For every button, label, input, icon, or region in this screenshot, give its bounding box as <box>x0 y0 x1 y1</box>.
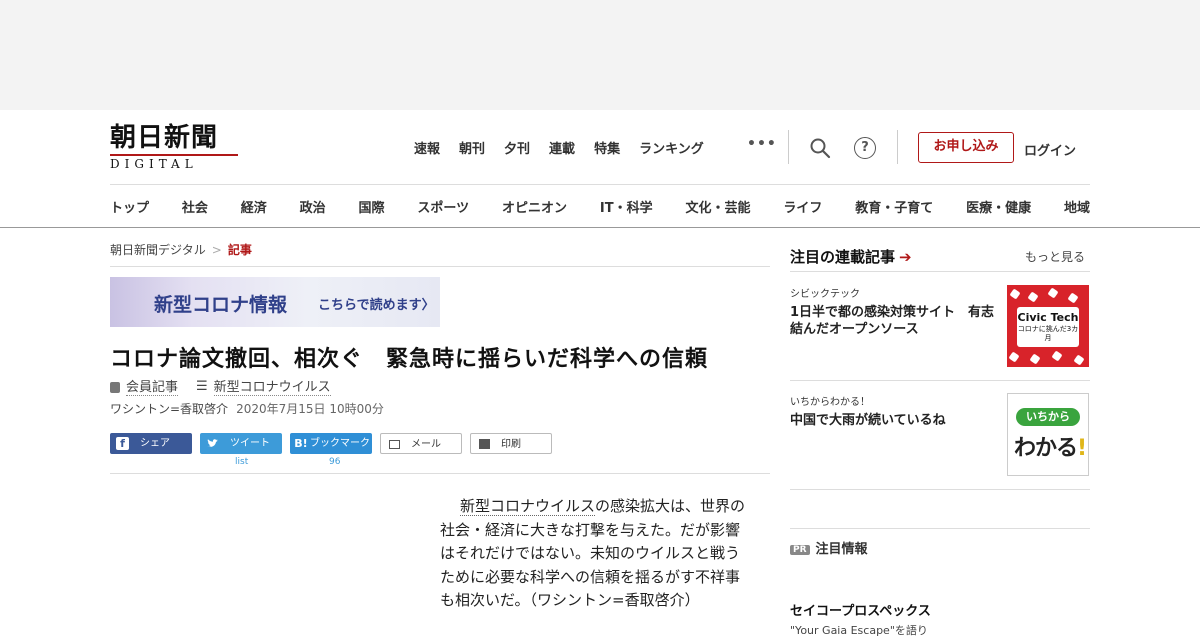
nav-tokushu[interactable]: 特集 <box>594 138 620 157</box>
facebook-share-label: シェア <box>140 438 170 449</box>
sidebar-heading[interactable]: 注目の連載記事 ➔ <box>790 246 912 267</box>
see-more-link[interactable]: もっと見る <box>1025 248 1085 265</box>
mail-label: メール <box>411 439 441 450</box>
lock-icon <box>110 381 120 393</box>
cat-economy[interactable]: 経済 <box>241 197 267 216</box>
facebook-share-button[interactable]: f シェア <box>110 433 192 454</box>
twitter-share-button[interactable]: ツイート <box>200 433 282 454</box>
banner-title: 新型コロナ情報 <box>154 294 288 316</box>
civic-tech-label: Civic Tech コロナに挑んだ3カ月 <box>1017 307 1079 347</box>
print-button[interactable]: 印刷 <box>470 433 552 454</box>
cat-life[interactable]: ライフ <box>783 197 822 216</box>
civic-tech-thumbnail[interactable]: Civic Tech コロナに挑んだ3カ月 <box>1007 285 1089 367</box>
twitter-count[interactable]: list <box>235 457 248 467</box>
promo-subtitle[interactable]: "Your Gaia Escape"を語り <box>790 622 928 638</box>
hatena-count[interactable]: 96 <box>329 457 340 467</box>
category-nav: トップ 社会 経済 政治 国際 スポーツ オピニオン IT・科学 文化・芸能 ラ… <box>110 197 1090 216</box>
article-body: 新型コロナウイルスの感染拡大は、世界の社会・経済に大きな打撃を与えた。だが影響は… <box>440 495 750 613</box>
author: ワシントン=香取啓介 <box>110 402 229 416</box>
banner-cta: こちらで読めます〉 <box>318 298 435 313</box>
nav-choukan[interactable]: 朝刊 <box>459 138 485 157</box>
breadcrumb-separator: > <box>211 243 222 257</box>
cat-sports[interactable]: スポーツ <box>417 197 469 216</box>
byline: ワシントン=香取啓介 2020年7月15日 10時00分 <box>110 400 384 417</box>
promo-title[interactable]: セイコープロスペックス <box>790 600 931 619</box>
pr-section-heading: PR 注目情報 <box>790 538 868 557</box>
ichikara-pill: いちから <box>1016 408 1080 426</box>
more-menu-icon[interactable]: ••• <box>747 136 777 152</box>
nav-yukan[interactable]: 夕刊 <box>504 138 530 157</box>
sidebar-item-title: 中国で大雨が続いているね <box>790 413 946 428</box>
hatena-bookmark-button[interactable]: B! ブックマーク <box>290 433 372 454</box>
divider <box>790 380 1090 381</box>
hatena-label: ブックマーク <box>310 438 370 449</box>
cat-society[interactable]: 社会 <box>182 197 208 216</box>
cat-it-science[interactable]: IT・科学 <box>600 197 653 216</box>
cat-region[interactable]: 地域 <box>1064 197 1090 216</box>
print-label: 印刷 <box>501 439 521 450</box>
breadcrumb: 朝日新聞デジタル > 記事 <box>110 241 252 258</box>
article-headline: コロナ論文撤回、相次ぐ 緊急時に揺らいだ科学への信頼 <box>110 347 709 372</box>
header-divider <box>110 184 1090 185</box>
logo-sub: DIGITAL <box>110 157 198 171</box>
divider <box>790 489 1090 490</box>
ichikara-thumbnail[interactable]: いちから わかる! <box>1007 393 1089 476</box>
civic-tech-subtitle: コロナに挑んだ3カ月 <box>1017 325 1079 342</box>
article-tags: 会員記事 ☰ 新型コロナウイルス <box>110 376 331 396</box>
divider <box>897 130 898 164</box>
member-article-link[interactable]: 会員記事 <box>126 376 179 396</box>
cat-education[interactable]: 教育・子育て <box>855 197 933 216</box>
publish-date: 2020年7月15日 10時00分 <box>236 402 384 416</box>
breadcrumb-home[interactable]: 朝日新聞デジタル <box>110 243 206 257</box>
cat-culture[interactable]: 文化・芸能 <box>685 197 750 216</box>
pr-label: 注目情報 <box>815 542 868 557</box>
search-icon[interactable] <box>809 137 831 159</box>
cat-international[interactable]: 国際 <box>359 197 385 216</box>
breadcrumb-current: 記事 <box>227 243 252 257</box>
cat-top[interactable]: トップ <box>110 197 149 216</box>
sidebar-heading-label: 注目の連載記事 <box>790 248 896 266</box>
logo-kanji: 朝日新聞 <box>110 123 219 153</box>
divider <box>790 271 1090 272</box>
cat-politics[interactable]: 政治 <box>300 197 326 216</box>
nav-ranking[interactable]: ランキング <box>639 138 704 157</box>
civic-tech-title: Civic Tech <box>1017 311 1079 324</box>
logo[interactable]: 朝日新聞 DIGITAL <box>110 124 242 171</box>
login-link[interactable]: ログイン <box>1024 140 1076 159</box>
subscribe-button[interactable]: お申し込み <box>918 132 1014 163</box>
topic-link[interactable]: 新型コロナウイルス <box>213 376 331 396</box>
divider <box>110 266 770 267</box>
top-nav: 速報 朝刊 夕刊 連載 特集 ランキング <box>414 138 723 157</box>
cat-opinion[interactable]: オピニオン <box>502 197 567 216</box>
mail-share-button[interactable]: メール <box>380 433 462 454</box>
mail-icon <box>389 440 400 449</box>
site-header: 朝日新聞 DIGITAL 速報 朝刊 夕刊 連載 特集 ランキング ••• ? … <box>0 110 1200 228</box>
help-icon[interactable]: ? <box>854 137 876 159</box>
list-icon: ☰ <box>196 378 208 394</box>
divider <box>110 473 770 474</box>
facebook-icon: f <box>116 437 129 450</box>
ichikara-logo-text: わかる! <box>1014 436 1087 461</box>
body-topic-link[interactable]: 新型コロナウイルス <box>460 497 596 516</box>
sidebar-item-title: 1日半で都の感染対策サイト 有志結んだオープンソース <box>790 305 995 337</box>
pr-badge: PR <box>790 545 810 555</box>
twitter-share-label: ツイート <box>230 438 270 449</box>
divider <box>790 528 1090 529</box>
divider <box>788 130 789 164</box>
ad-banner-space <box>0 0 1200 110</box>
twitter-bird-icon <box>207 439 218 447</box>
nav-rensai[interactable]: 連載 <box>549 138 575 157</box>
logo-rule <box>110 154 238 156</box>
cat-health[interactable]: 医療・健康 <box>966 197 1031 216</box>
nav-sokuho[interactable]: 速報 <box>414 138 440 157</box>
arrow-right-icon: ➔ <box>899 248 912 266</box>
covid-info-banner[interactable]: 新型コロナ情報 こちらで読めます〉 <box>110 277 440 327</box>
hatena-icon: B! <box>294 437 308 450</box>
print-icon <box>479 439 490 449</box>
